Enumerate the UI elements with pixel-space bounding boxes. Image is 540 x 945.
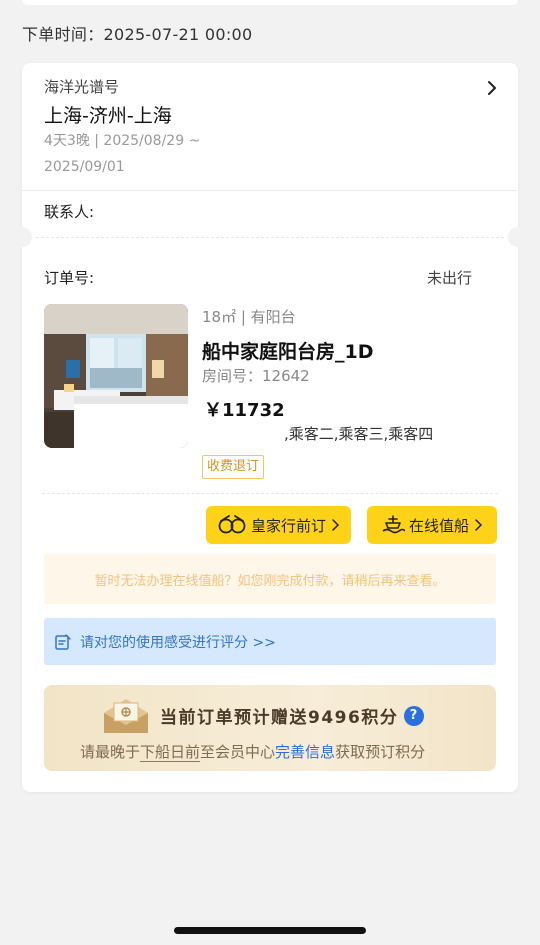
complete-info-link[interactable]: 完善信息 <box>275 743 335 761</box>
points-desc-deadline: 下船日前 <box>140 743 201 762</box>
help-icon[interactable]: ? <box>404 705 425 726</box>
points-desc-prefix: 请最晚于 <box>80 743 141 761</box>
binoculars-icon <box>218 515 246 534</box>
room-photo <box>44 304 188 448</box>
chevron-right-icon <box>332 519 340 531</box>
online-checkin-label: 在线值船 <box>408 516 469 535</box>
order-status: 未出行 <box>426 269 472 287</box>
rating-prompt-text: 请对您的使用感受进行评分 >> <box>80 634 276 651</box>
online-checkin-button[interactable]: 在线值船 <box>367 506 497 544</box>
ship-icon <box>382 515 405 534</box>
ticket-notch-left <box>12 227 32 247</box>
trip-end-date: 2025/09/01 <box>44 159 125 175</box>
dashed-divider <box>36 237 504 238</box>
trip-meta: 4天3晚 | 2025/08/29 ~ 2025/09/01 <box>44 128 234 180</box>
price: ￥11732 <box>204 400 285 421</box>
order-time: 下单时间：2025-07-21 00:00 <box>22 25 253 44</box>
route: 上海-济州-上海 <box>44 105 172 127</box>
points-description: 请最晚于下船日前至会员中心完善信息获取预订积分 <box>80 741 425 762</box>
royal-preorder-button[interactable]: 皇家行前订 <box>206 506 351 544</box>
checkin-notice: 暂时无法办理在线值船？如您刚完成付款，请稍后再来查看。 <box>44 554 496 604</box>
chevron-right-icon <box>475 519 483 531</box>
edit-icon <box>55 633 71 650</box>
chevron-right-icon[interactable] <box>486 78 498 98</box>
refund-policy-tag[interactable]: 收费退订 <box>202 455 265 479</box>
ship-name: 海洋光谱号 <box>44 78 120 96</box>
envelope-icon <box>104 699 148 733</box>
checkin-notice-text: 暂时无法办理在线值船？如您刚完成付款，请稍后再来查看。 <box>94 573 446 589</box>
points-banner: 当前订单预计赠送9496积分 ? 请最晚于下船日前至会员中心完善信息获取预订积分 <box>44 685 496 771</box>
points-title-row: 当前订单预计赠送9496积分 ? <box>160 703 425 728</box>
trip-duration-dates: 4天3晚 | 2025/08/29 ~ <box>44 133 201 149</box>
points-title: 当前订单预计赠送9496积分 <box>160 708 399 728</box>
room-area: 18㎡ | 有阳台 <box>202 308 296 326</box>
room-type: 船中家庭阳台房_1D <box>202 341 374 363</box>
order-card: 海洋光谱号 上海-济州-上海 4天3晚 | 2025/08/29 ~ 2025/… <box>12 63 528 792</box>
points-desc-suffix: 获取预订积分 <box>335 743 426 761</box>
order-number-label: 订单号: <box>44 269 95 287</box>
passengers: ,乘客二,乘客三,乘客四 <box>284 425 434 443</box>
home-indicator[interactable] <box>174 927 366 934</box>
points-desc-middle: 至会员中心 <box>200 743 276 761</box>
ticket-notch-right <box>508 227 528 247</box>
dashed-divider <box>42 493 498 494</box>
previous-card-edge <box>22 0 518 5</box>
royal-preorder-label: 皇家行前订 <box>250 516 326 535</box>
rating-prompt[interactable]: 请对您的使用感受进行评分 >> <box>44 618 496 665</box>
room-number: 房间号：12642 <box>202 367 310 385</box>
divider <box>22 190 518 191</box>
contact-label: 联系人: <box>44 203 95 221</box>
